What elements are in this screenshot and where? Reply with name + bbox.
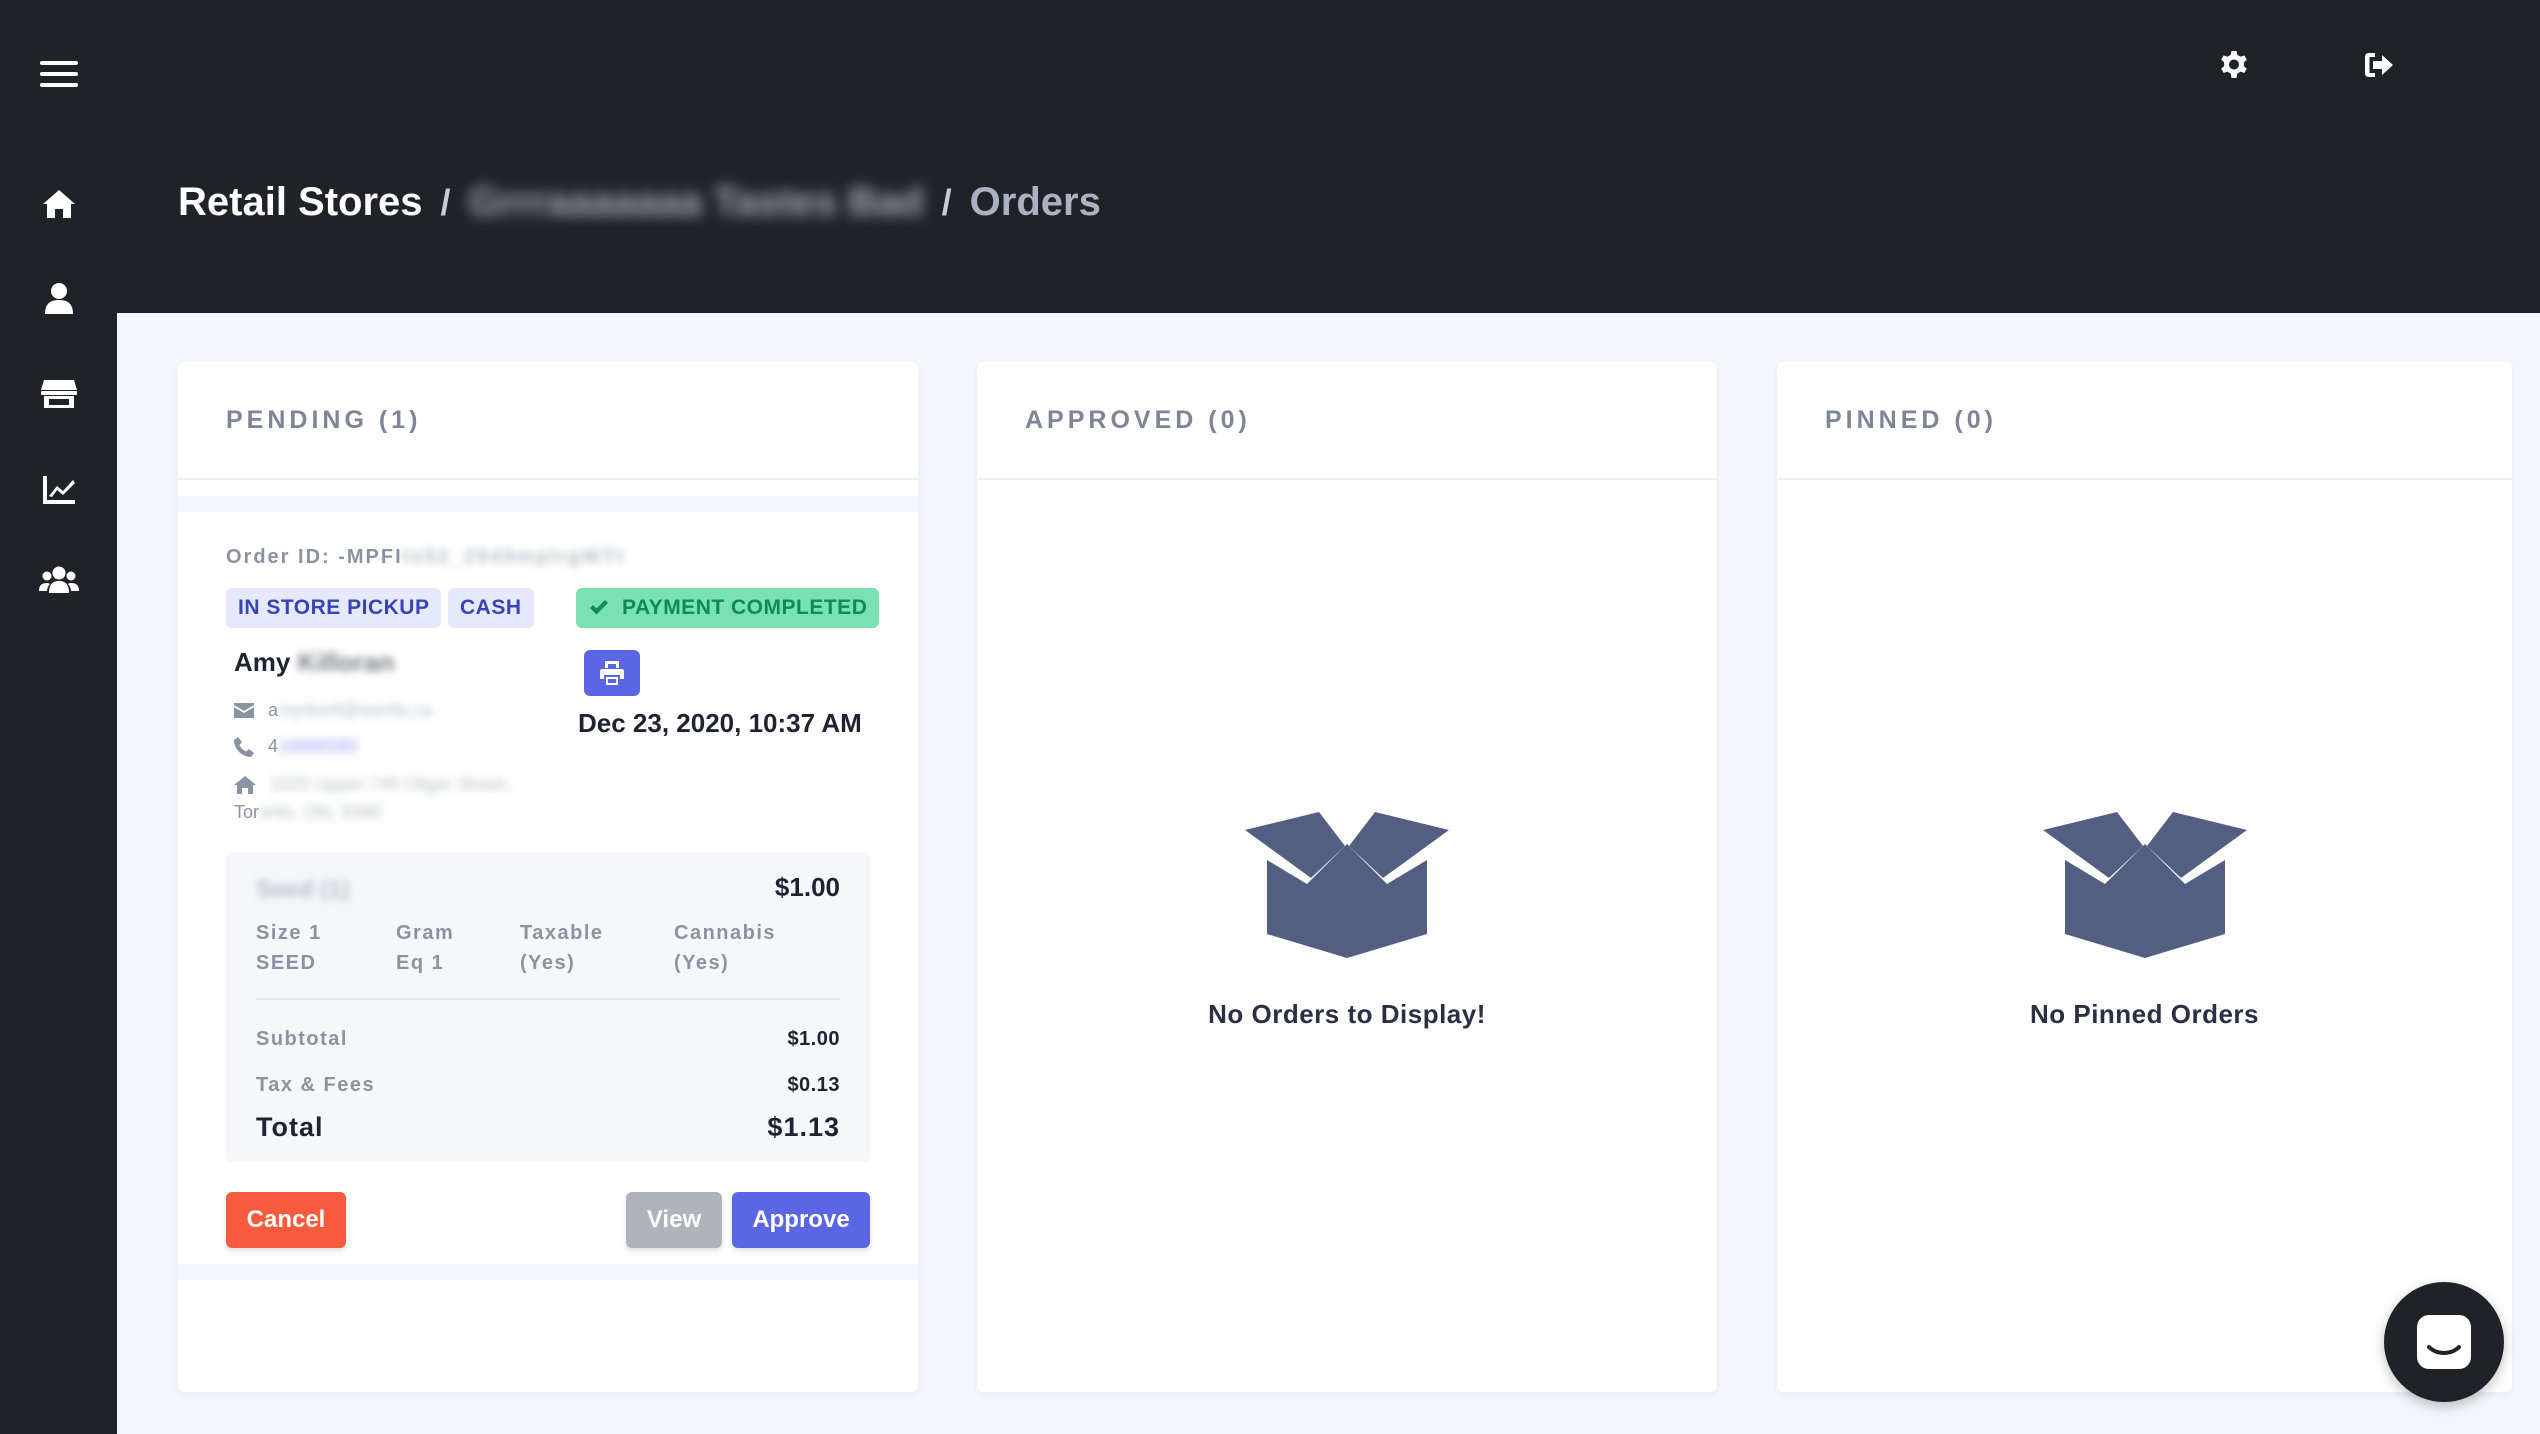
pending-column-header: PENDING (1): [178, 362, 918, 480]
check-icon: [590, 600, 608, 615]
user-icon[interactable]: [0, 268, 117, 328]
chart-icon[interactable]: [0, 460, 117, 520]
tax-row: Tax & Fees $0.13: [256, 1074, 840, 1096]
customer-email: a myrkertl@wertla.ca: [234, 700, 432, 721]
item-gram-eq: Gram Eq 1: [396, 922, 455, 974]
customer-phone: 4 16666580: [234, 736, 358, 757]
menu-icon[interactable]: [0, 44, 117, 104]
customer-city: Tor onto, ON, 9390: [234, 802, 382, 822]
pinned-empty-text: No Pinned Orders: [2029, 999, 2260, 1029]
approved-column-header: APPROVED (0): [977, 362, 1717, 480]
approved-empty-text: No Orders to Display!: [1208, 999, 1486, 1029]
approved-column: APPROVED (0) No Orders to Display!: [977, 362, 1717, 1392]
cancel-button[interactable]: Cancel: [226, 1192, 346, 1248]
breadcrumb-separator: /: [941, 181, 952, 223]
order-id: Order ID: -MPFIts52_2949mplrgWTt: [226, 546, 626, 568]
print-icon: [600, 661, 624, 685]
payment-status-text: PAYMENT COMPLETED: [622, 596, 868, 619]
order-date: Dec 23, 2020, 10:37 AM: [578, 708, 862, 738]
users-icon[interactable]: [0, 550, 117, 610]
home-icon: [234, 775, 256, 794]
pinned-column: PINNED (0) No Pinned Orders: [1777, 362, 2512, 1392]
order-card: Order ID: -MPFIts52_2949mplrgWTt IN STOR…: [178, 496, 918, 1280]
pinned-empty-state: No Pinned Orders: [1777, 812, 2512, 1030]
approved-empty-state: No Orders to Display!: [977, 812, 1717, 1030]
open-box-icon: [1245, 812, 1449, 958]
phone-icon: [234, 736, 254, 757]
breadcrumb-separator: /: [440, 181, 451, 223]
payment-status-badge: PAYMENT COMPLETED: [576, 588, 880, 628]
items-divider: [256, 998, 840, 1000]
gear-icon[interactable]: [2209, 40, 2259, 90]
approve-button[interactable]: Approve: [732, 1192, 870, 1248]
subtotal-row: Subtotal $1.00: [256, 1028, 840, 1050]
item-price: $1.00: [774, 872, 840, 902]
item-name: Seed (1): [256, 876, 350, 903]
pending-column-title: PENDING (1): [226, 405, 422, 434]
total-row: Total $1.13: [256, 1112, 840, 1142]
sidebar: [0, 0, 117, 1434]
item-size: Size 1 SEED: [256, 922, 322, 974]
customer-name: Amy Killoran: [234, 647, 395, 677]
item-taxable: Taxable (Yes): [520, 922, 604, 974]
store-icon[interactable]: [0, 364, 117, 424]
breadcrumb: Retail Stores / Grrraaaaaaa Tastes Bad /…: [178, 180, 1101, 225]
print-button[interactable]: [584, 650, 640, 696]
item-cannabis: Cannabis (Yes): [674, 922, 777, 974]
chat-launcher-button[interactable]: [2384, 1282, 2504, 1402]
pinned-column-header: PINNED (0): [1777, 362, 2512, 480]
view-button[interactable]: View: [626, 1192, 722, 1248]
customer-address: 1025 Upper 749 Oliger Street,: [234, 774, 510, 795]
order-items: Seed (1) $1.00 Size 1 SEED Gram Eq 1 Tax…: [226, 852, 870, 1162]
pinned-column-title: PINNED (0): [1825, 405, 1997, 434]
pickup-badge: IN STORE PICKUP: [226, 588, 442, 628]
payment-method-badge: CASH: [448, 588, 534, 628]
approved-column-title: APPROVED (0): [1025, 405, 1251, 434]
breadcrumb-retail-stores[interactable]: Retail Stores: [178, 180, 423, 225]
breadcrumb-current-page: Orders: [969, 180, 1101, 224]
envelope-icon: [234, 703, 254, 718]
top-header: Retail Stores / Grrraaaaaaa Tastes Bad /…: [117, 0, 2540, 313]
breadcrumb-store-name[interactable]: Grrraaaaaaa Tastes Bad: [469, 180, 924, 225]
sign-out-icon[interactable]: [2354, 40, 2404, 90]
open-box-icon: [2042, 812, 2247, 958]
chat-icon: [2417, 1315, 2471, 1369]
pending-column: PENDING (1) Order ID: -MPFIts52_2949mplr…: [178, 362, 918, 1392]
home-icon[interactable]: [0, 174, 117, 234]
